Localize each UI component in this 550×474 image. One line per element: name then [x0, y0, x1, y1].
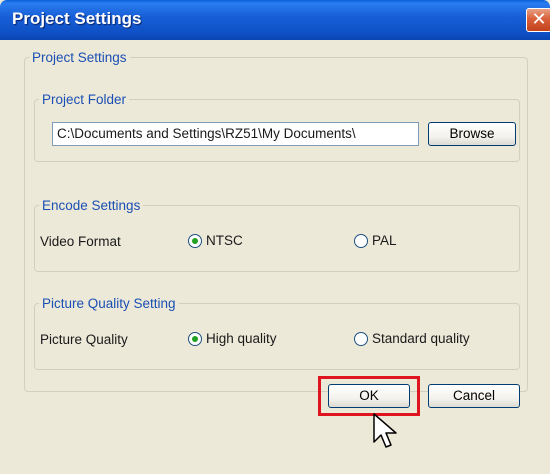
- video-format-label: Video Format: [40, 234, 121, 249]
- project-settings-dialog: Project Settings ✕ Project Settings Proj…: [0, 0, 550, 474]
- browse-button[interactable]: Browse: [428, 122, 516, 146]
- title-bar[interactable]: Project Settings ✕: [0, 0, 550, 40]
- pal-radio-indicator: [354, 233, 368, 248]
- picture-quality-legend: Picture Quality Setting: [42, 296, 176, 311]
- pal-radio-label: PAL: [372, 233, 397, 248]
- standard-quality-radio-label: Standard quality: [372, 331, 470, 346]
- encode-settings-legend: Encode Settings: [42, 198, 141, 213]
- ntsc-radio-label: NTSC: [206, 233, 243, 248]
- dialog-title: Project Settings: [12, 9, 142, 28]
- dialog-body: Project Settings Project Folder C:\Docum…: [0, 40, 550, 474]
- cancel-button[interactable]: Cancel: [428, 384, 520, 408]
- project-folder-path-field[interactable]: C:\Documents and Settings\RZ51\My Docume…: [52, 122, 419, 146]
- standard-quality-radio[interactable]: Standard quality: [354, 331, 470, 346]
- standard-quality-radio-indicator: [354, 331, 368, 346]
- ntsc-radio[interactable]: NTSC: [188, 233, 243, 248]
- project-folder-legend: Project Folder: [42, 92, 127, 107]
- high-quality-radio[interactable]: High quality: [188, 331, 277, 346]
- ntsc-radio-indicator: [188, 233, 202, 248]
- high-quality-radio-label: High quality: [206, 331, 277, 346]
- pal-radio[interactable]: PAL: [354, 233, 397, 248]
- high-quality-radio-indicator: [188, 331, 202, 346]
- picture-quality-label: Picture Quality: [40, 332, 128, 347]
- close-button[interactable]: ✕: [526, 8, 550, 32]
- close-icon: ✕: [531, 9, 547, 30]
- project-settings-legend: Project Settings: [32, 50, 127, 65]
- mouse-pointer-icon: [373, 413, 397, 448]
- ok-button[interactable]: OK: [328, 384, 410, 408]
